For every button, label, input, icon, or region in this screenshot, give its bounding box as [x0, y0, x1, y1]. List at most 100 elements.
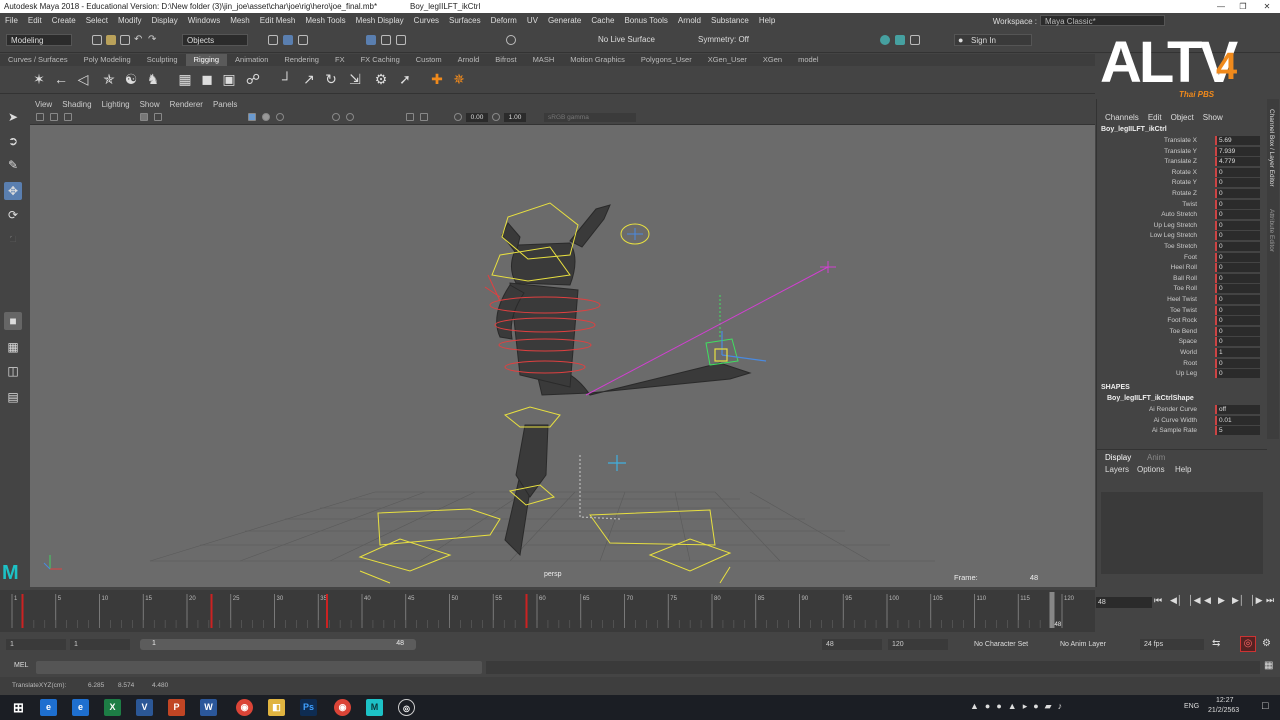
render-icon[interactable] [880, 35, 890, 45]
auto-key-icon[interactable]: ◎ [1240, 636, 1256, 652]
shelf-tab-mash[interactable]: MASH [525, 54, 563, 66]
parent-constraint-icon[interactable]: ⚙ [372, 70, 390, 88]
menu-windows[interactable]: Windows [183, 13, 225, 28]
layer-list[interactable] [1101, 492, 1263, 574]
attribute-row[interactable]: Translate Y 7.939 [1097, 146, 1267, 158]
outliner-layout-icon[interactable]: ▤ [4, 388, 22, 406]
menu-mesh-tools[interactable]: Mesh Tools [300, 13, 350, 28]
playback-start-field[interactable]: 1 [70, 639, 130, 650]
shelf-tab-xgen-user[interactable]: XGen_User [700, 54, 755, 66]
shelf-tab-curves-surfaces[interactable]: Curves / Surfaces [0, 54, 76, 66]
side-tab-channel-box[interactable]: Channel Box / Layer Editor [1268, 109, 1275, 187]
attribute-value[interactable]: 0 [1215, 210, 1260, 220]
help-menu[interactable]: Help [1175, 465, 1191, 474]
excel-icon[interactable]: X [104, 699, 121, 716]
attribute-value[interactable]: 0 [1215, 305, 1260, 315]
attribute-row[interactable]: Root 0 [1097, 358, 1267, 370]
shelf-tab-bifrost[interactable]: Bifrost [487, 54, 524, 66]
menu-mesh[interactable]: Mesh [225, 13, 255, 28]
maya-taskbar-icon[interactable]: M [366, 699, 383, 716]
maximize-icon[interactable]: ❐ [1232, 0, 1254, 13]
attribute-row[interactable]: Rotate Z 0 [1097, 189, 1267, 200]
select-object-icon[interactable] [283, 35, 293, 45]
chrome-icon[interactable]: ◉ [236, 699, 253, 716]
anim-prefs-icon[interactable]: ⚙ [1262, 638, 1271, 649]
shelf-tab-poly-modeling[interactable]: Poly Modeling [76, 54, 139, 66]
point-constraint-icon[interactable]: ┘ [278, 70, 296, 88]
attribute-row[interactable]: Toe Twist 0 [1097, 305, 1267, 317]
objects-dropdown[interactable]: Objects [182, 34, 248, 46]
open-scene-icon[interactable] [106, 35, 116, 45]
ambient-occlusion-icon[interactable] [346, 113, 354, 121]
image-plane-icon[interactable] [64, 113, 72, 121]
tray-icons[interactable]: ▲●●▲▸●▰♪ [970, 701, 1068, 712]
attribute-row[interactable]: Up Leg 0 [1097, 369, 1267, 380]
sign-in-button[interactable]: ● Sign In [954, 34, 1032, 46]
attribute-value[interactable]: 0 [1215, 337, 1260, 347]
channel-menu-object[interactable]: Object [1171, 113, 1194, 122]
snap-point-icon[interactable] [396, 35, 406, 45]
tab-anim[interactable]: Anim [1147, 453, 1165, 462]
grid-toggle-icon[interactable] [140, 113, 148, 121]
attribute-row[interactable]: Toe Stretch 0 [1097, 242, 1267, 253]
attribute-value[interactable]: 5 [1215, 426, 1260, 436]
ik-spline-icon[interactable]: ◁ [74, 70, 92, 88]
attribute-row[interactable]: Toe Bend 0 [1097, 326, 1267, 338]
attribute-row[interactable]: Heel Twist 0 [1097, 295, 1267, 306]
attribute-value[interactable]: 0 [1215, 199, 1260, 209]
ipr-render-icon[interactable] [895, 35, 905, 45]
attribute-row[interactable]: Translate X 5.69 [1097, 136, 1267, 147]
wireframe-icon[interactable] [248, 113, 256, 121]
chrome-profile-icon[interactable]: ◉ [334, 699, 351, 716]
attribute-value[interactable]: 5.69 [1215, 136, 1260, 145]
pole-vector-icon[interactable]: ➚ [396, 70, 414, 88]
viewport-menu-renderer[interactable]: Renderer [165, 99, 208, 111]
visio-icon[interactable]: V [136, 699, 153, 716]
mode-dropdown[interactable]: Modeling [6, 34, 72, 46]
attribute-value[interactable]: 0 [1215, 263, 1260, 273]
attribute-row[interactable]: Rotate X 0 [1097, 167, 1267, 179]
current-frame-field[interactable]: 48 [1096, 597, 1152, 608]
menu-edit[interactable]: Edit [23, 13, 47, 28]
attribute-row[interactable]: Auto Stretch 0 [1097, 210, 1267, 221]
paint-weights-icon[interactable]: ◼ [198, 70, 216, 88]
shelf-tab-fx-caching[interactable]: FX Caching [353, 54, 408, 66]
xray-icon[interactable] [420, 113, 428, 121]
attribute-row[interactable]: Ai Sample Rate 5 [1097, 426, 1267, 437]
attribute-value[interactable]: 0 [1215, 178, 1260, 188]
attribute-value[interactable]: 0 [1215, 220, 1260, 230]
attribute-value[interactable]: 0.01 [1215, 415, 1260, 425]
save-scene-icon[interactable] [120, 35, 130, 45]
time-slider[interactable]: 1 5 10 15 20 25 30 35 40 45 50 55 60 65 70 75 80 85 90 95 10… [0, 590, 1095, 632]
playback-end-field[interactable]: 48 [822, 639, 882, 650]
attribute-value[interactable]: 0 [1215, 358, 1260, 368]
exposure-icon[interactable] [454, 113, 462, 121]
viewport-menu-lighting[interactable]: Lighting [97, 99, 135, 111]
select-component-icon[interactable] [298, 35, 308, 45]
viewport-menu-view[interactable]: View [30, 99, 57, 111]
obs-icon[interactable]: ◎ [398, 699, 415, 716]
attribute-value[interactable]: 1 [1215, 348, 1260, 357]
close-icon[interactable]: ✕ [1256, 0, 1278, 13]
shelf-tab-xgen[interactable]: XGen [755, 54, 790, 66]
move-tool-icon[interactable]: ✥ [4, 182, 22, 200]
mel-input[interactable] [36, 661, 482, 674]
menu-generate[interactable]: Generate [543, 13, 586, 28]
channel-menu-channels[interactable]: Channels [1105, 113, 1139, 122]
anim-layer-field[interactable]: No Anim Layer [1056, 639, 1136, 650]
add-influence-icon[interactable]: ✵ [450, 70, 468, 88]
internet-explorer-icon[interactable]: e [72, 699, 89, 716]
textured-icon[interactable] [276, 113, 284, 121]
attribute-value[interactable]: 0 [1215, 252, 1260, 262]
attribute-value[interactable]: 0 [1215, 189, 1260, 198]
humanik-icon[interactable]: ☯ [122, 70, 140, 88]
make-live-icon[interactable] [506, 35, 516, 45]
shelf-tab-rendering[interactable]: Rendering [276, 54, 327, 66]
single-view-icon[interactable]: ■ [4, 312, 22, 330]
attribute-row[interactable]: Low Leg Stretch 0 [1097, 231, 1267, 242]
step-back-key-icon[interactable]: ◀│ [1170, 595, 1183, 606]
attribute-row[interactable]: Heel Roll 0 [1097, 263, 1267, 274]
bind-skin-icon[interactable]: ▦ [176, 70, 194, 88]
clock-time[interactable]: 12:27 [1216, 697, 1234, 704]
paint-select-icon[interactable]: ✎ [4, 156, 22, 174]
